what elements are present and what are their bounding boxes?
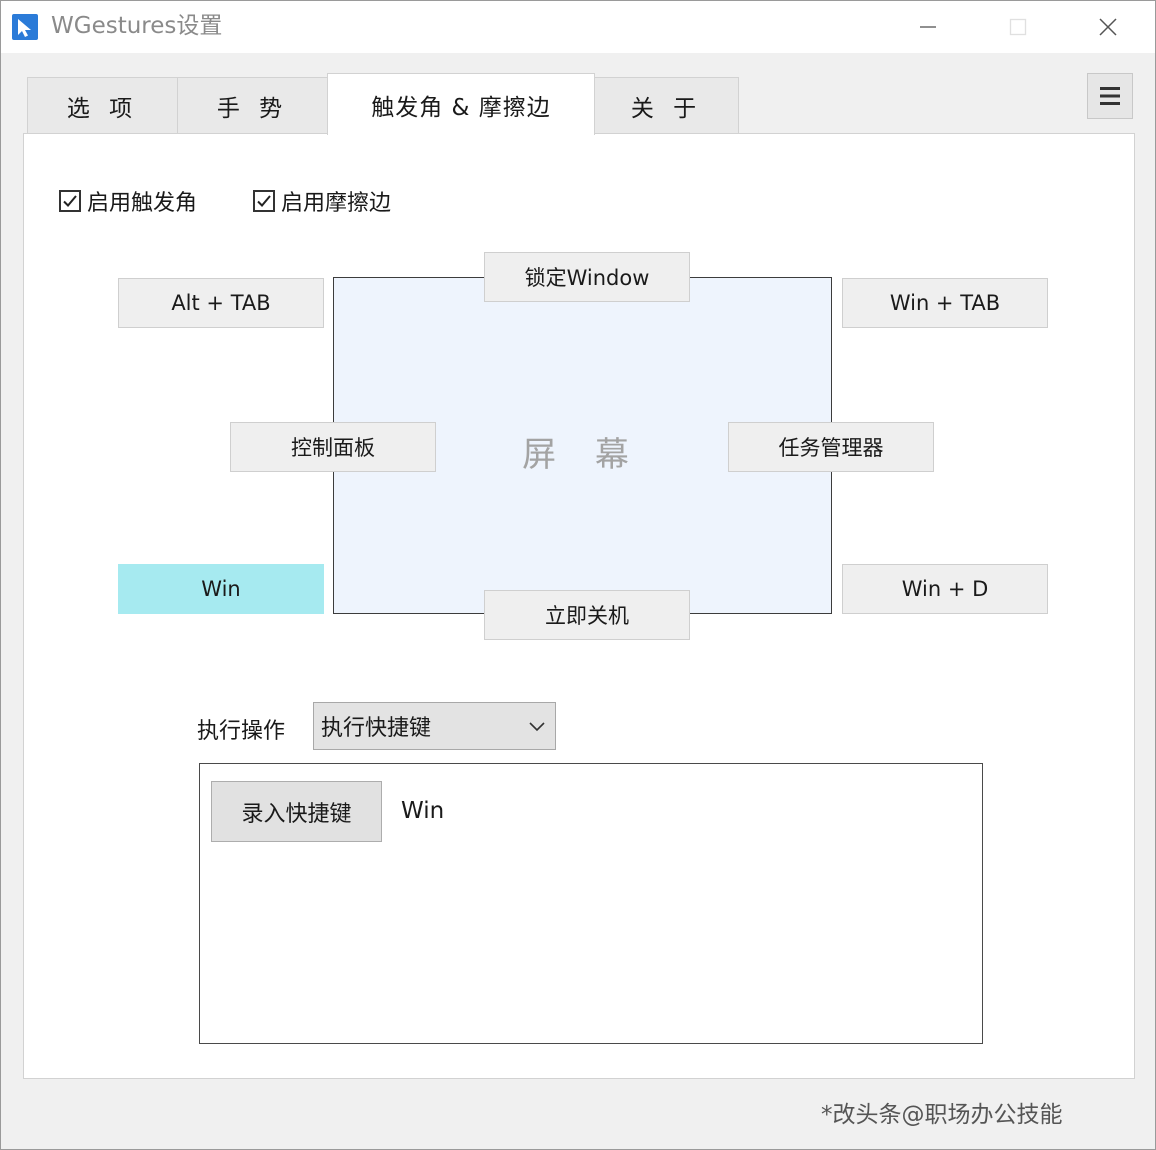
footer-note: *改头条@职场办公技能 bbox=[821, 1102, 1063, 1128]
tab-options[interactable]: 选 项 bbox=[27, 77, 178, 133]
app-logo-icon bbox=[12, 14, 38, 40]
menu-button[interactable] bbox=[1087, 73, 1133, 119]
hamburger-menu-icon bbox=[1100, 87, 1120, 105]
minimize-icon bbox=[920, 26, 936, 28]
enable-corners-label: 启用触发角 bbox=[87, 191, 198, 216]
tab-corners-edges[interactable]: 触发角 & 摩擦边 bbox=[327, 73, 595, 135]
close-icon bbox=[1099, 18, 1117, 36]
action-type-select[interactable]: 执行快捷键 bbox=[313, 702, 556, 750]
edge-bottom-button[interactable]: 立即关机 bbox=[484, 590, 690, 640]
corner-top-left-button[interactable]: Alt + TAB bbox=[118, 278, 324, 328]
minimize-button[interactable] bbox=[883, 1, 973, 53]
enable-edges-checkbox[interactable]: 启用摩擦边 bbox=[253, 185, 391, 217]
edge-left-button[interactable]: 控制面板 bbox=[230, 422, 436, 472]
corner-bottom-right-button[interactable]: Win + D bbox=[842, 564, 1048, 614]
maximize-icon bbox=[1009, 18, 1027, 36]
hotkey-value: Win bbox=[401, 798, 445, 824]
corner-top-right-button[interactable]: Win + TAB bbox=[842, 278, 1048, 328]
checkbox-box bbox=[253, 190, 275, 212]
tab-about[interactable]: 关 于 bbox=[594, 77, 739, 133]
action-label: 执行操作 bbox=[197, 719, 286, 744]
close-button[interactable] bbox=[1063, 1, 1153, 53]
edge-top-button[interactable]: 锁定Window bbox=[484, 252, 690, 302]
edge-right-button[interactable]: 任务管理器 bbox=[728, 422, 934, 472]
checkmark-icon bbox=[257, 195, 271, 207]
checkbox-box bbox=[59, 190, 81, 212]
enable-corners-checkbox[interactable]: 启用触发角 bbox=[59, 185, 197, 217]
tab-gestures[interactable]: 手 势 bbox=[177, 77, 328, 133]
enable-edges-label: 启用摩擦边 bbox=[281, 191, 392, 216]
window-title: WGestures设置 bbox=[51, 13, 223, 39]
title-bar: WGestures设置 bbox=[1, 1, 1155, 53]
checkmark-icon bbox=[63, 195, 77, 207]
maximize-button[interactable] bbox=[973, 1, 1063, 53]
corner-bottom-left-button[interactable]: Win bbox=[118, 564, 324, 614]
settings-window: WGestures设置 选 项 手 势 触发角 & 摩擦边 关 于 启用触发角 … bbox=[0, 0, 1156, 1150]
action-type-value: 执行快捷键 bbox=[321, 716, 432, 741]
record-hotkey-button[interactable]: 录入快捷键 bbox=[211, 781, 382, 842]
chevron-down-icon bbox=[529, 722, 545, 732]
